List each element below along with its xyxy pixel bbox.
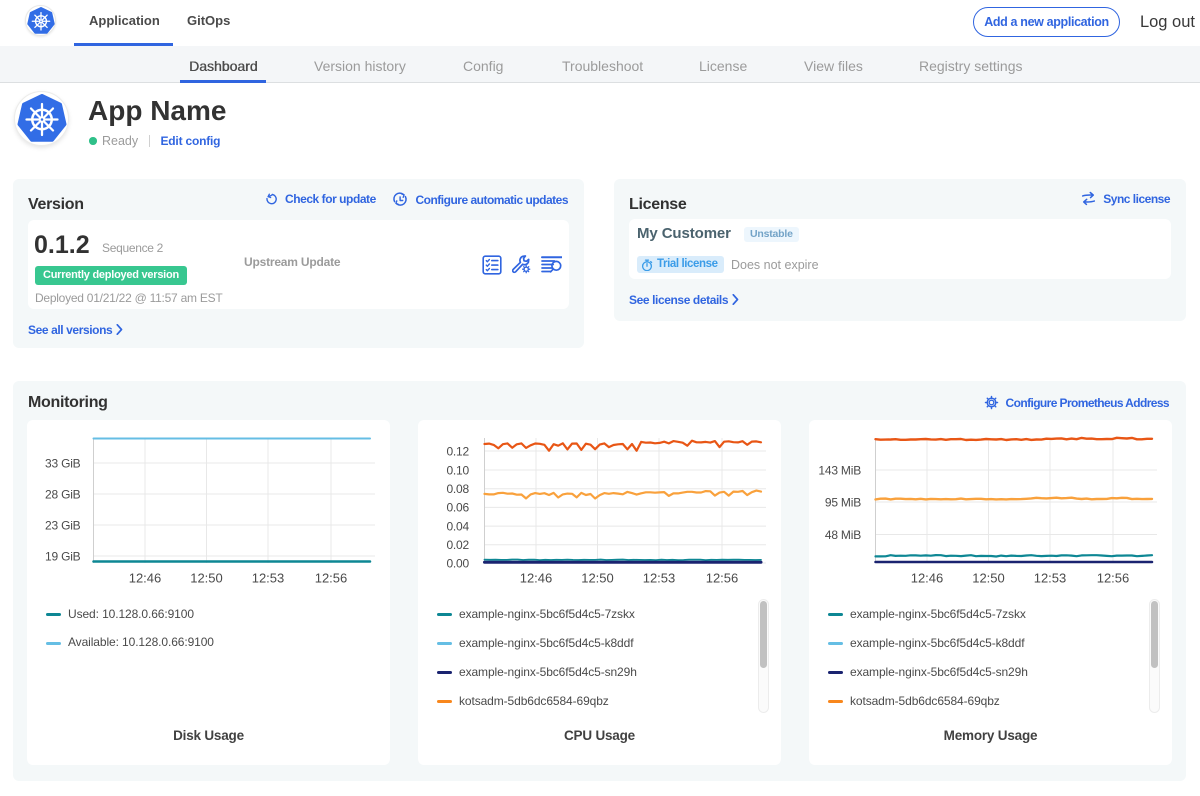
svg-text:48 MiB: 48 MiB [825,528,861,542]
svg-text:12:53: 12:53 [1034,571,1067,586]
svg-text:95 MiB: 95 MiB [825,495,861,509]
svg-text:12:46: 12:46 [520,571,553,586]
svg-text:12:53: 12:53 [252,571,285,586]
svg-text:23 GiB: 23 GiB [45,518,81,532]
svg-text:12:53: 12:53 [643,571,676,586]
svg-text:12:50: 12:50 [972,571,1005,586]
svg-text:12:56: 12:56 [706,571,739,586]
svg-text:19 GiB: 19 GiB [45,549,81,563]
svg-text:33 GiB: 33 GiB [45,456,81,470]
svg-text:12:56: 12:56 [1097,571,1130,586]
svg-text:0.00: 0.00 [446,556,469,570]
svg-text:0.06: 0.06 [446,501,469,515]
svg-text:0.08: 0.08 [446,482,469,496]
svg-text:143 MiB: 143 MiB [818,463,861,477]
svg-text:0.12: 0.12 [446,444,469,458]
svg-text:12:46: 12:46 [129,571,162,586]
svg-text:0.02: 0.02 [446,538,469,552]
svg-text:0.10: 0.10 [446,463,469,477]
svg-text:12:56: 12:56 [315,571,348,586]
svg-text:12:50: 12:50 [581,571,614,586]
svg-text:12:46: 12:46 [911,571,944,586]
svg-text:12:50: 12:50 [190,571,223,586]
svg-text:28 GiB: 28 GiB [45,487,81,501]
svg-text:0.04: 0.04 [446,519,469,533]
